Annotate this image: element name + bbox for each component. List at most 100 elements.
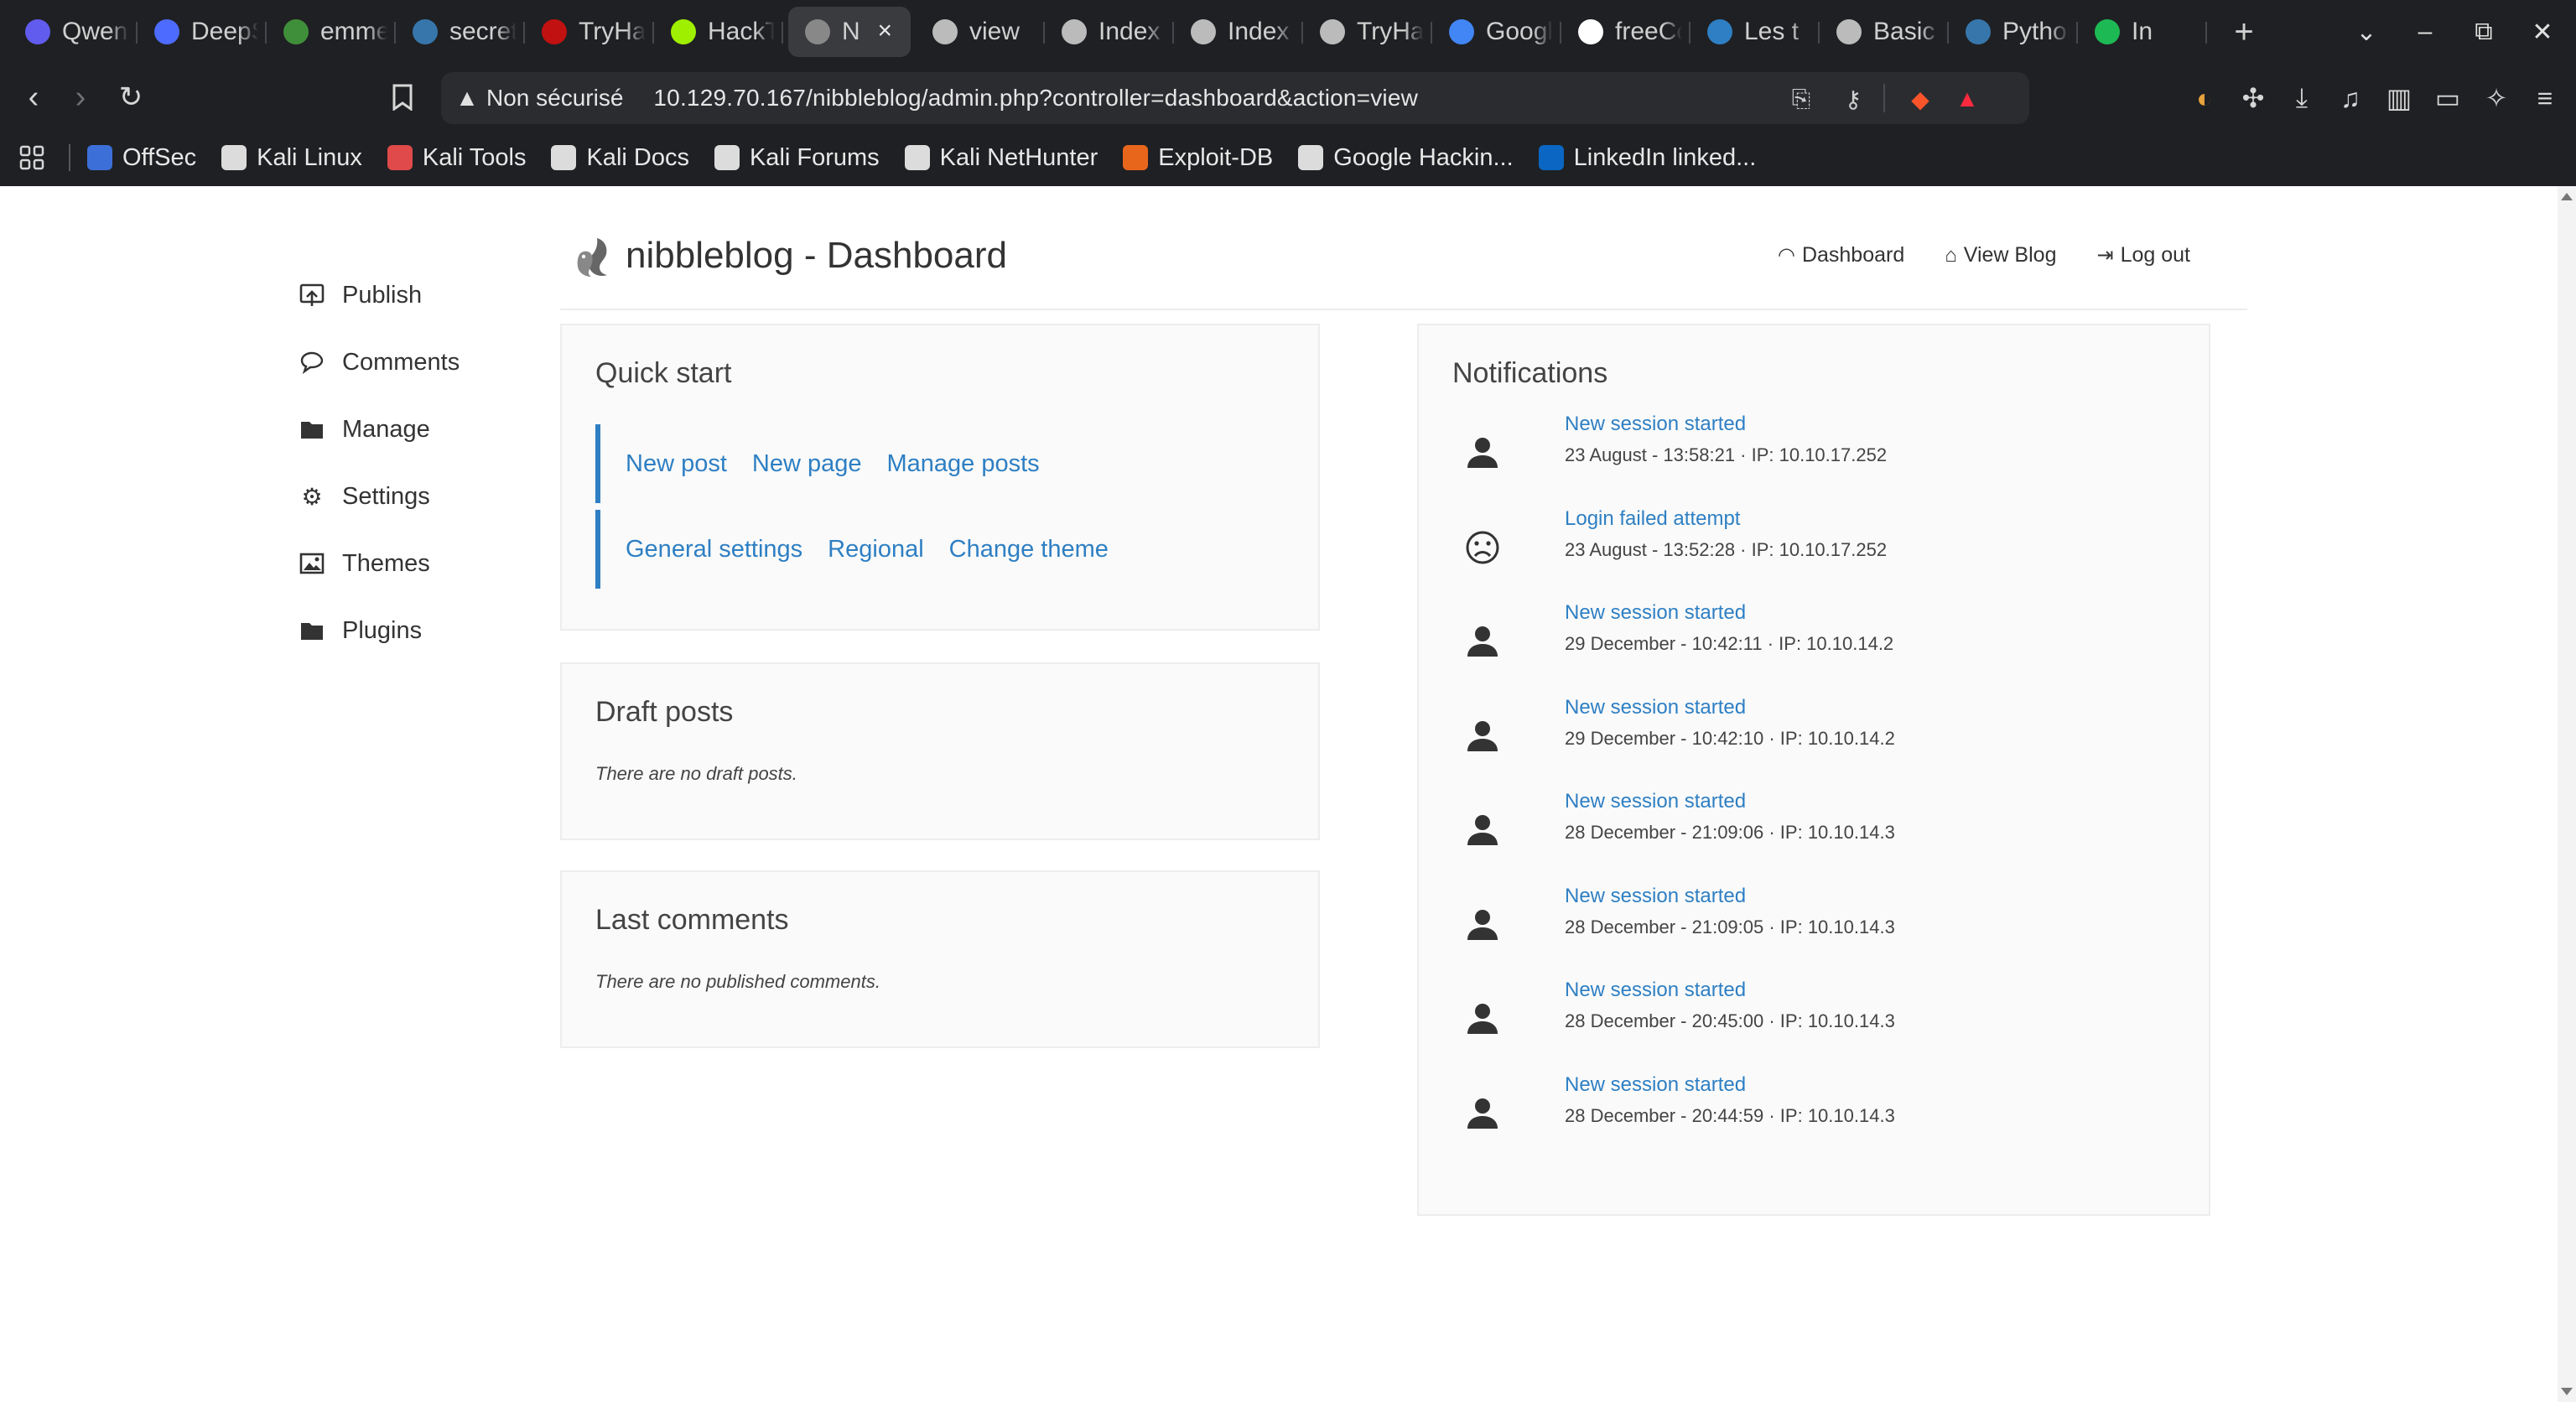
close-tab-icon[interactable]: × (877, 17, 892, 45)
bookmark-page-icon[interactable] (381, 75, 424, 119)
security-label[interactable]: Non sécurisé (486, 85, 623, 112)
browser-tab[interactable]: view (916, 7, 1045, 57)
notification-title-link[interactable]: New session started (1565, 413, 1746, 436)
folder-icon (299, 617, 325, 644)
sidebar-item-label: Manage (342, 415, 430, 443)
url-text[interactable]: 10.129.70.167/nibbleblog/admin.php?contr… (653, 85, 1418, 112)
bookmark-item[interactable]: Kali Tools (387, 144, 526, 172)
sidebar-toggle-icon[interactable]: ▥ (2380, 79, 2418, 117)
close-window-icon[interactable]: ✕ (2526, 18, 2559, 47)
sidebar-item-publish[interactable]: Publish (299, 262, 517, 329)
tab-title: Python (2002, 18, 2070, 45)
browser-tab[interactable]: secrets (396, 7, 525, 57)
notification-title-link[interactable]: Login failed attempt (1565, 507, 1740, 531)
bookmark-item[interactable]: Kali Linux (221, 144, 362, 172)
browser-tab[interactable]: emmet (267, 7, 396, 57)
notification-title-link[interactable]: New session started (1565, 979, 1746, 1002)
kali-tools-icon (387, 145, 413, 170)
new-tab-button[interactable]: + (2219, 7, 2269, 57)
bookmark-item[interactable]: Exploit-DB (1123, 144, 1273, 172)
globe-icon (1836, 19, 1862, 44)
notification-title-link[interactable]: New session started (1565, 1073, 1746, 1097)
browser-tab[interactable]: freeCodeCamp (1561, 7, 1690, 57)
bookmark-item[interactable]: Kali Docs (551, 144, 689, 172)
menu-hamburger-icon[interactable]: ≡ (2526, 79, 2564, 117)
bookmark-item[interactable]: Kali NetHunter (904, 144, 1098, 172)
bookmarks-bar: OffSec Kali Linux Kali Tools Kali Docs Kali … (0, 131, 2576, 184)
restore-icon[interactable]: ⧉ (2467, 18, 2501, 46)
manage-posts-link[interactable]: Manage posts (886, 450, 1039, 478)
panel-title: Draft posts (595, 696, 734, 728)
browser-tab[interactable]: In (2078, 7, 2207, 57)
wallet-icon[interactable]: ▭ (2428, 79, 2467, 117)
empty-state-text: There are no published comments. (595, 971, 880, 992)
image-icon (299, 550, 325, 577)
scroll-up-arrow-icon[interactable] (2561, 193, 2573, 200)
media-music-icon[interactable]: ♫ (2331, 79, 2370, 117)
sidebar-item-manage[interactable]: Manage (299, 396, 517, 463)
topnav-logout-link[interactable]: ⇥ Log out (2096, 243, 2190, 267)
exploit-db-icon (1123, 145, 1149, 170)
browser-tab[interactable]: Qwen (8, 7, 138, 57)
browser-tab[interactable]: Index (1174, 7, 1303, 57)
github-user-icon (283, 19, 309, 44)
browser-tab[interactable]: TryHackMe (525, 7, 654, 57)
browser-tab[interactable]: TryHackMe (1303, 7, 1432, 57)
page-scrollbar[interactable] (2558, 186, 2576, 1402)
browser-tab[interactable]: Index (1045, 7, 1174, 57)
brave-shields-icon[interactable]: ◆ (1903, 82, 1937, 116)
notification-title-link[interactable]: New session started (1565, 601, 1746, 625)
browser-tab[interactable]: Basic (1820, 7, 1949, 57)
browser-tab[interactable]: DeepSeek (138, 7, 267, 57)
password-key-icon[interactable]: ⚷ (1836, 82, 1870, 116)
brave-rewards-icon[interactable]: ▲ (1950, 82, 1984, 116)
sidebar-item-comments[interactable]: Comments (299, 329, 517, 396)
tab-active[interactable]: N × (788, 7, 911, 57)
google-translate-icon (1449, 19, 1474, 44)
bookmark-item[interactable]: Kali Forums (714, 144, 880, 172)
bookmark-item[interactable]: Google Hackin... (1298, 144, 1514, 172)
warning-triangle-icon[interactable]: ▲ (454, 85, 480, 111)
translate-icon[interactable]: ⎘ (1784, 82, 1818, 116)
quick-start-panel: Quick start New post New page Manage pos… (560, 324, 1320, 631)
regional-link[interactable]: Regional (828, 536, 923, 563)
minimize-icon[interactable]: – (2408, 18, 2442, 46)
extension-cookie-icon[interactable]: ◐ (2185, 79, 2224, 117)
notification-item: New session started 28 December - 20:45:0… (1452, 979, 2174, 1062)
reload-icon[interactable]: ↻ (109, 75, 153, 119)
change-theme-link[interactable]: Change theme (949, 536, 1109, 563)
navigation-bar: ‹ › ↻ ▲ Non sécurisé 10.129.70.167/nibbl… (0, 64, 2576, 131)
browser-tab[interactable]: Les t (1690, 7, 1820, 57)
browser-tab[interactable]: Google (1432, 7, 1561, 57)
notification-details: 28 December - 20:45:00 · IP: 10.10.14.3 (1565, 1010, 1895, 1031)
topnav-dashboard-link[interactable]: ◠ Dashboard (1778, 243, 1904, 267)
topnav-view-blog-link[interactable]: ⌂ View Blog (1945, 243, 2056, 267)
extensions-puzzle-icon[interactable]: ✣ (2234, 79, 2272, 117)
sad-face-icon (1462, 527, 1503, 568)
download-icon[interactable]: ⤓ (2283, 79, 2321, 117)
topnav-label: Log out (2120, 243, 2190, 267)
sidebar-item-settings[interactable]: ⚙ Settings (299, 463, 517, 530)
sidebar-item-plugins[interactable]: Plugins (299, 597, 517, 664)
back-icon[interactable]: ‹ (12, 75, 55, 119)
general-settings-link[interactable]: General settings (626, 536, 802, 563)
leo-ai-icon[interactable]: ✧ (2477, 79, 2516, 117)
browser-tab[interactable]: Python (1949, 7, 2078, 57)
sidebar-item-themes[interactable]: Themes (299, 530, 517, 597)
user-icon (1462, 999, 1503, 1039)
bookmark-item[interactable]: OffSec (87, 144, 196, 172)
tab-title: Basic (1873, 18, 1935, 45)
scroll-down-arrow-icon[interactable] (2561, 1388, 2573, 1395)
notification-title-link[interactable]: New session started (1565, 885, 1746, 908)
notification-title-link[interactable]: New session started (1565, 696, 1746, 719)
forward-icon[interactable]: › (59, 75, 102, 119)
notification-title-link[interactable]: New session started (1565, 790, 1746, 813)
tab-list-chevron-icon[interactable]: ⌄ (2350, 18, 2383, 47)
new-page-link[interactable]: New page (752, 450, 862, 478)
bookmark-item[interactable]: LinkedIn linked... (1538, 144, 1756, 172)
address-bar[interactable]: ▲ Non sécurisé 10.129.70.167/nibbleblog/… (441, 72, 2029, 124)
apps-grid-icon[interactable] (17, 143, 47, 173)
browser-tab[interactable]: HackTheBox (654, 7, 783, 57)
panel-title: Last comments (595, 904, 789, 936)
new-post-link[interactable]: New post (626, 450, 727, 478)
